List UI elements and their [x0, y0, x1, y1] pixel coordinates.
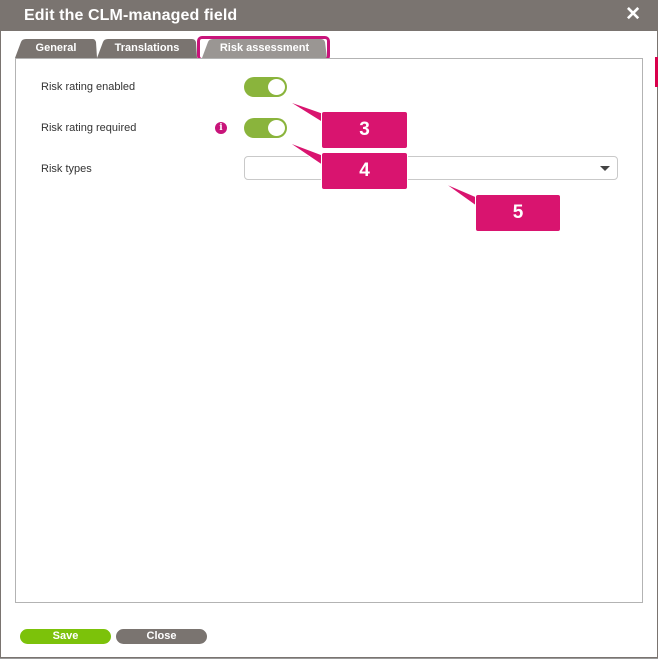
- risk-types-select[interactable]: [244, 156, 618, 180]
- tab-translations[interactable]: Translations: [97, 39, 197, 58]
- dialog-titlebar: Edit the CLM-managed field ✕: [1, 1, 657, 31]
- chevron-down-icon: [600, 166, 610, 171]
- tab-risk-assessment-label: Risk assessment: [219, 42, 310, 54]
- callout-3: 3: [322, 112, 407, 148]
- tab-general-label: General: [35, 42, 77, 54]
- callout-4: 4: [322, 153, 407, 189]
- tab-translations-label: Translations: [114, 42, 180, 54]
- callout-5: 5: [476, 195, 560, 231]
- info-icon[interactable]: i: [215, 122, 227, 134]
- risk-rating-enabled-label: Risk rating enabled: [41, 81, 136, 93]
- close-button[interactable]: Close: [116, 629, 207, 644]
- tab-risk-assessment[interactable]: Risk assessment: [202, 39, 327, 58]
- edit-field-dialog: Edit the CLM-managed field ✕ General Tra…: [0, 0, 658, 658]
- toggle-knob: [268, 79, 285, 95]
- risk-types-label: Risk types: [41, 163, 92, 175]
- save-button[interactable]: Save: [20, 629, 111, 644]
- dialog-title: Edit the CLM-managed field: [24, 7, 238, 24]
- close-icon[interactable]: ✕: [625, 5, 641, 25]
- tab-general[interactable]: General: [15, 39, 97, 58]
- risk-rating-required-label: Risk rating required: [41, 122, 137, 134]
- toggle-knob: [268, 120, 285, 136]
- risk-rating-enabled-toggle[interactable]: [244, 77, 287, 97]
- risk-rating-required-toggle[interactable]: [244, 118, 287, 138]
